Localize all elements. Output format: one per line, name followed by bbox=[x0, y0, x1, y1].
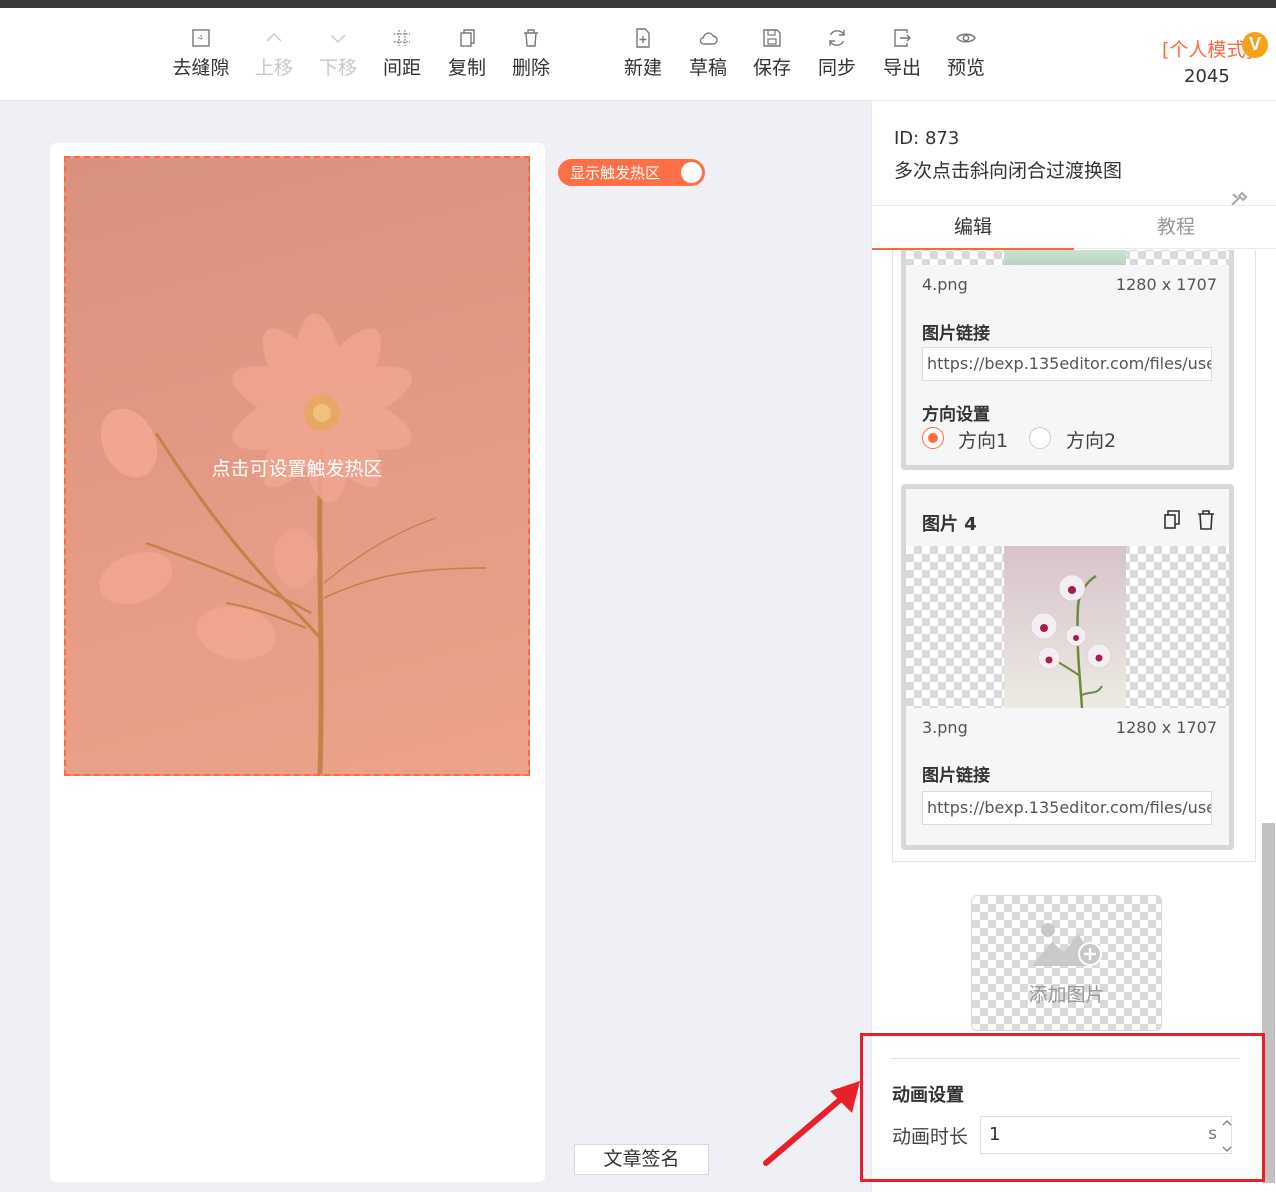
orchid-illustration bbox=[1030, 574, 1112, 709]
direction-2-label: 方向2 bbox=[1066, 430, 1117, 452]
remove-gap-label: 去缝隙 bbox=[172, 57, 230, 79]
draft-label: 草稿 bbox=[688, 57, 727, 79]
template-id: ID: 873 bbox=[894, 128, 960, 149]
move-up-button[interactable]: 上移 bbox=[242, 24, 306, 88]
direction-radio-group: 方向1 方向2 bbox=[922, 427, 1222, 452]
image-dimensions: 1280 x 1707 bbox=[1115, 275, 1217, 294]
new-button[interactable]: 新建 bbox=[611, 24, 675, 88]
hotspot-hint: 点击可设置触发热区 bbox=[211, 458, 383, 480]
sync-button[interactable]: 同步 bbox=[805, 24, 869, 88]
image-link-label: 图片链接 bbox=[922, 324, 990, 344]
vip-badge-icon: V bbox=[1242, 32, 1268, 58]
hero-image-hotspot[interactable]: 点击可设置触发热区 bbox=[64, 156, 530, 776]
preview-label: 预览 bbox=[946, 57, 985, 79]
toggle-label: 显示触发热区 bbox=[570, 164, 661, 182]
tab-tutorial[interactable]: 教程 bbox=[1075, 206, 1276, 250]
usage-count: 2045 bbox=[1184, 66, 1230, 87]
annotation-highlight-box bbox=[860, 1033, 1265, 1182]
spacing-label: 间距 bbox=[382, 57, 421, 79]
cloud-icon bbox=[699, 32, 718, 45]
window-top-strip bbox=[0, 0, 1276, 8]
personal-mode-link[interactable]: [个人模式] bbox=[1162, 35, 1253, 62]
sync-icon bbox=[829, 30, 845, 46]
image-card-4: 图片 4 3.png 1280 x 1707 图片链接 https://bexp… bbox=[901, 484, 1234, 850]
image-dimensions: 1280 x 1707 bbox=[1115, 718, 1217, 737]
add-image-label: 添加图片 bbox=[1028, 984, 1105, 1006]
save-label: 保存 bbox=[752, 57, 791, 79]
move-up-label: 上移 bbox=[254, 57, 293, 79]
image-link-input[interactable]: https://bexp.135editor.com/files/users/0… bbox=[922, 347, 1212, 381]
export-label: 导出 bbox=[882, 57, 921, 79]
copy-icon bbox=[460, 29, 475, 47]
export-button[interactable]: 导出 bbox=[870, 24, 934, 88]
save-icon bbox=[763, 29, 781, 47]
trash-icon[interactable] bbox=[1196, 509, 1216, 531]
new-label: 新建 bbox=[623, 57, 662, 79]
direction-1-label: 方向1 bbox=[958, 430, 1009, 452]
sync-label: 同步 bbox=[817, 57, 856, 79]
trash-icon bbox=[524, 29, 538, 47]
image-card-previous: 4.png 1280 x 1707 图片链接 https://bexp.135e… bbox=[901, 250, 1234, 470]
copy-icon[interactable] bbox=[1162, 509, 1182, 531]
preview-button[interactable]: 预览 bbox=[934, 24, 998, 88]
delete-button[interactable]: 删除 bbox=[499, 24, 563, 88]
image-thumbnail bbox=[1004, 250, 1126, 265]
direction-label: 方向设置 bbox=[922, 405, 990, 425]
show-hotspot-toggle[interactable]: 显示触发热区 bbox=[558, 159, 705, 186]
article-signature-button[interactable]: 文章签名 bbox=[574, 1144, 709, 1175]
tab-edit[interactable]: 编辑 bbox=[872, 206, 1074, 250]
new-file-icon bbox=[636, 28, 650, 48]
direction-2-radio[interactable] bbox=[1029, 427, 1051, 449]
template-name: 多次点击斜向闭合过渡换图 bbox=[894, 160, 1123, 182]
settings-panel: ID: 873 多次点击斜向闭合过渡换图 编辑 教程 4.png 1280 x … bbox=[871, 101, 1276, 1192]
image-filename: 4.png bbox=[922, 275, 968, 294]
image-filename: 3.png bbox=[922, 718, 968, 737]
spacing-button[interactable]: 间距 bbox=[370, 24, 434, 88]
save-button[interactable]: 保存 bbox=[740, 24, 804, 88]
chevron-down-icon bbox=[330, 34, 346, 43]
image-link-label: 图片链接 bbox=[922, 766, 990, 786]
panel-tabs: 编辑 教程 bbox=[872, 205, 1276, 250]
delete-label: 删除 bbox=[511, 57, 550, 79]
copy-button[interactable]: 复制 bbox=[435, 24, 499, 88]
add-image-button[interactable]: 添加图片 bbox=[971, 895, 1162, 1031]
annotation-arrow-icon bbox=[763, 1081, 860, 1166]
move-down-button[interactable]: 下移 bbox=[306, 24, 370, 88]
copy-label: 复制 bbox=[447, 57, 486, 79]
image-card-title: 图片 4 bbox=[922, 514, 977, 535]
chevron-up-icon bbox=[266, 33, 282, 42]
toggle-knob bbox=[681, 162, 702, 183]
image-link-input[interactable]: https://bexp.135editor.com/files/users/0… bbox=[922, 791, 1212, 825]
remove-gap-button[interactable]: 去缝隙 bbox=[169, 24, 233, 88]
move-down-label: 下移 bbox=[318, 57, 357, 79]
draft-button[interactable]: 草稿 bbox=[676, 24, 740, 88]
image-preview bbox=[1004, 546, 1126, 709]
eye-icon bbox=[956, 33, 976, 43]
direction-1-radio[interactable] bbox=[922, 427, 944, 449]
add-image-icon bbox=[1032, 923, 1102, 966]
export-icon bbox=[894, 29, 911, 47]
remove-gap-icon bbox=[192, 29, 210, 47]
spacing-icon bbox=[394, 30, 410, 46]
top-toolbar: 去缝隙 上移 下移 间距 复制 删除 新建 草稿 保存 同步 导出 预览 [个人… bbox=[0, 8, 1276, 101]
